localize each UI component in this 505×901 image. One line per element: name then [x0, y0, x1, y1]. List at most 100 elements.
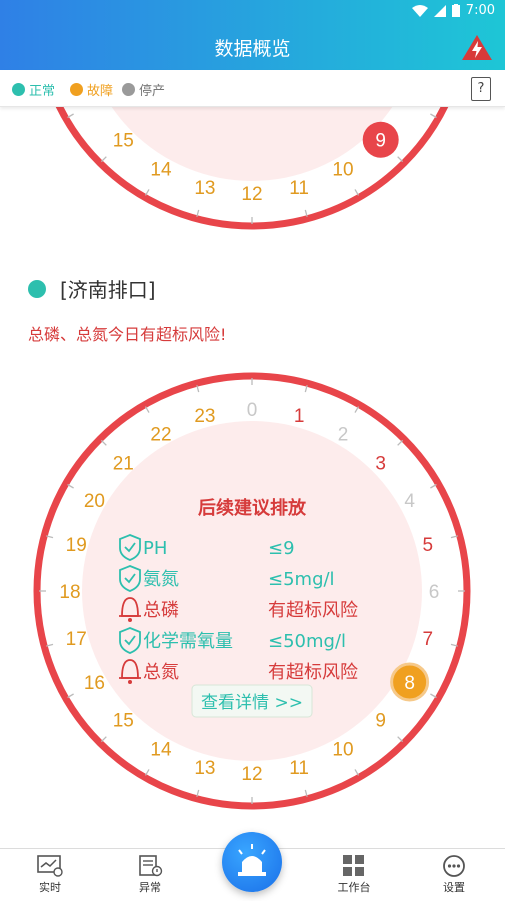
details-button-label: 查看详情 >>: [201, 693, 303, 713]
top-hour-label: 15: [113, 131, 134, 152]
dial-tick: [144, 769, 150, 776]
grid-icon: [343, 855, 364, 876]
details-button[interactable]: 查看详情 >>: [191, 684, 313, 718]
help-button[interactable]: ?: [471, 77, 491, 101]
hour-label: 4: [404, 491, 415, 512]
legend-normal-label: 正常: [29, 84, 56, 99]
advice-row-value: ≤9: [268, 538, 295, 559]
legend-normal: 正常: [12, 80, 55, 99]
dial-tick: [144, 406, 150, 413]
advice-row-name: 氨氮: [143, 569, 179, 590]
power-alert-icon[interactable]: [461, 33, 493, 61]
battery-icon: [451, 4, 460, 17]
top-dial-tick: [144, 189, 150, 196]
tab-abnormal-label: 异常: [139, 881, 161, 894]
top-dial-tick: [354, 189, 360, 196]
tab-realtime[interactable]: 实时: [20, 855, 80, 895]
hour-label: 19: [66, 535, 87, 556]
advice-row-value: 有超标风险: [268, 600, 358, 621]
hour-label: 7: [423, 629, 434, 650]
status-legend: 正常 故障 停产 ?: [0, 70, 505, 107]
hour-label: 9: [375, 711, 386, 732]
advice-title: 后续建议排放: [198, 497, 307, 519]
dial-tick: [354, 406, 360, 413]
advice-row-value: 有超标风险: [268, 662, 358, 683]
dial-tick: [354, 769, 360, 776]
legend-stopped-label: 停产: [139, 84, 166, 99]
tab-settings[interactable]: 设置: [424, 855, 484, 895]
hour-label: 10: [332, 740, 353, 761]
hour-label: 20: [84, 491, 105, 512]
hour-label: 0: [247, 400, 258, 421]
hour-label: 18: [59, 582, 80, 603]
document-alert-icon: [139, 855, 163, 877]
dial-tick: [430, 693, 437, 699]
content-scroll[interactable]: 15 14 13 12 11 10 9 [济南排口] 总磷、总氮今日有超标风险! 01234…: [0, 106, 505, 848]
station-warning: 总磷、总氮今日有超标风险!: [28, 325, 227, 344]
tab-workbench[interactable]: 工作台: [324, 855, 384, 895]
station-header[interactable]: [济南排口]: [28, 274, 156, 303]
dial-tick: [430, 483, 437, 489]
hour-label: 1: [294, 406, 305, 427]
legend-normal-dot: [12, 83, 25, 96]
advice-row-name: 总氮: [143, 662, 179, 683]
top-current-hour-label: 9: [375, 131, 386, 152]
wifi-icon: [411, 4, 428, 17]
top-station-dial: 15 14 13 12 11 10 9: [55, 106, 449, 230]
tab-abnormal[interactable]: 异常: [120, 855, 180, 895]
hour-label: 14: [150, 740, 172, 761]
hour-label: 17: [66, 629, 87, 650]
advice-row-name: 总磷: [143, 600, 179, 621]
top-dial-tick: [100, 156, 107, 163]
legend-stopped: 停产: [122, 80, 165, 99]
hour-label: 2: [338, 424, 349, 445]
current-hour-label: 8: [404, 673, 415, 694]
app-bar: 数据概览: [0, 24, 505, 70]
top-hour-label: 12: [241, 184, 262, 205]
dial-tick: [397, 439, 404, 446]
alarm-button[interactable]: [222, 832, 282, 892]
hour-label: 13: [194, 758, 215, 779]
advice-row-value: ≤50mg/l: [268, 631, 346, 652]
hour-label: 11: [289, 758, 309, 779]
tab-workbench-label: 工作台: [337, 881, 371, 894]
legend-stopped-dot: [122, 83, 135, 96]
station-dial: 0 123456791011121314151617181920212223 8 …: [33, 372, 471, 810]
siren-icon: [238, 844, 266, 876]
advice-row-name: 化学需氧量: [143, 631, 233, 652]
hour-label: 15: [113, 711, 134, 732]
signal-icon: [433, 4, 446, 17]
tab-settings-label: 设置: [443, 881, 465, 894]
dial-tick: [67, 483, 74, 489]
hour-label: 22: [150, 424, 171, 445]
dial-tick: [100, 736, 107, 743]
current-hour-marker: 8: [390, 662, 430, 702]
hour-label: 5: [423, 535, 434, 556]
top-hour-label: 13: [194, 178, 215, 199]
dial-tick: [397, 736, 404, 743]
top-hour-label: 14: [150, 160, 172, 181]
top-hour-label: 11: [289, 178, 309, 199]
station-name: [济南排口]: [60, 278, 156, 302]
top-dial-tick: [67, 113, 74, 119]
hour-label: 21: [113, 453, 134, 474]
hour-label: 12: [241, 764, 262, 785]
status-time: 7:00: [465, 3, 495, 18]
legend-fault: 故障: [70, 80, 113, 99]
dial-tick: [100, 439, 107, 446]
top-dial-tick: [397, 156, 404, 163]
legend-fault-label: 故障: [87, 84, 114, 99]
advice-row-value: ≤5mg/l: [268, 569, 335, 590]
status-bar: 7:00: [0, 0, 505, 24]
dial-tick: [67, 693, 74, 699]
page-title: 数据概览: [214, 38, 291, 60]
top-hour-label: 10: [332, 160, 353, 181]
tab-realtime-label: 实时: [39, 881, 61, 894]
hour-label: 3: [375, 453, 386, 474]
advice-row-name: PH: [143, 538, 167, 559]
chat-bubble-icon: [443, 855, 465, 877]
hour-label: 16: [84, 673, 105, 694]
top-dial-tick: [430, 113, 437, 119]
station-status-dot: [28, 279, 46, 298]
monitor-icon: [37, 855, 63, 877]
